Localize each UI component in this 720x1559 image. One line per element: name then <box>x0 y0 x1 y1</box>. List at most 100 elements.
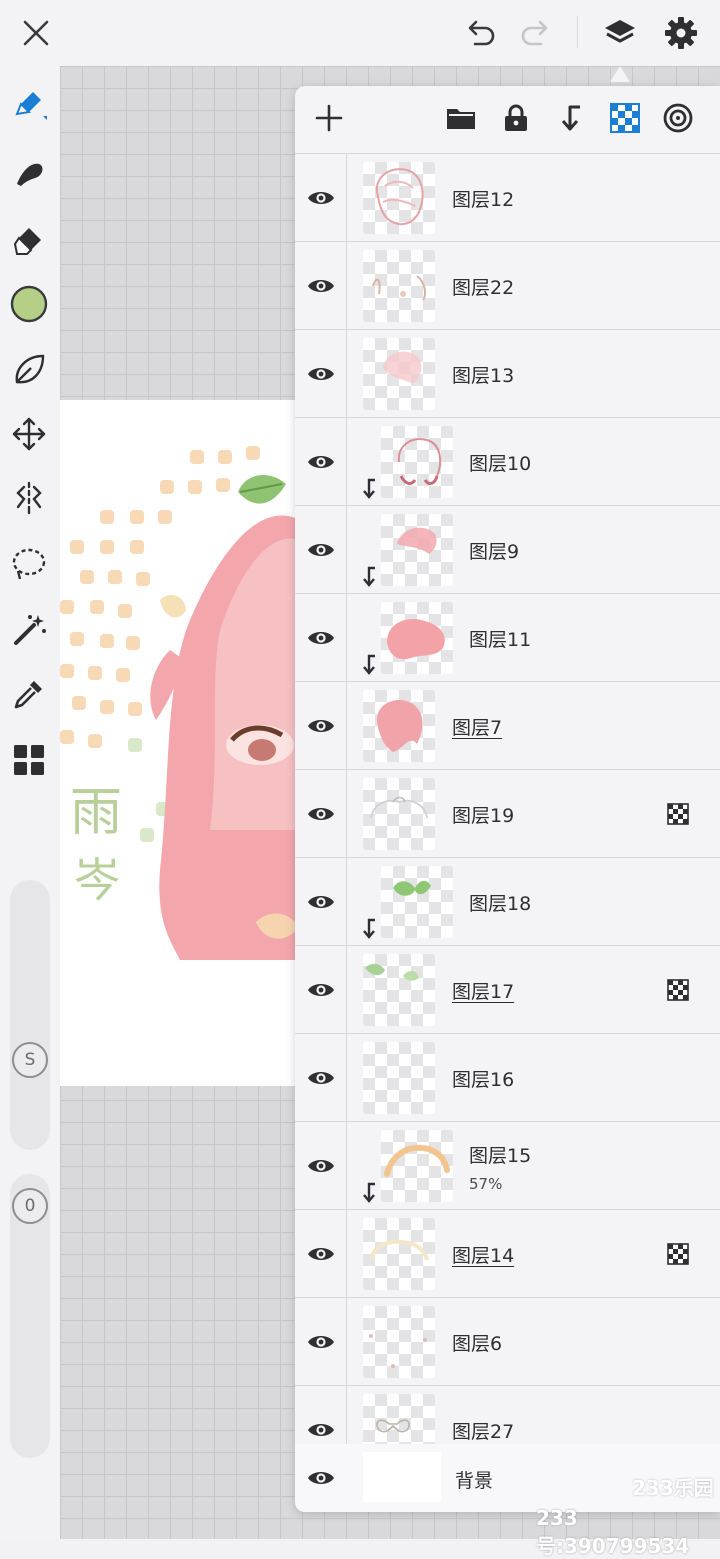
eye-icon[interactable] <box>295 1034 347 1121</box>
layer-row[interactable]: 图层19 <box>295 770 720 858</box>
layer-row[interactable]: 图层15 57% <box>295 1122 720 1210</box>
clipping-arrow-icon <box>361 654 377 680</box>
layer-row[interactable]: 图层17 <box>295 946 720 1034</box>
layer-name: 图层27 <box>452 1421 515 1443</box>
layer-row[interactable]: 图层14 <box>295 1210 720 1298</box>
layer-thumbnail <box>363 1306 435 1378</box>
layer-name: 图层12 <box>452 189 515 211</box>
clipping-arrow-icon <box>361 566 377 592</box>
alpha-lock-icon[interactable] <box>667 1243 689 1269</box>
eye-icon[interactable] <box>295 594 347 681</box>
layer-row[interactable]: 图层22 <box>295 242 720 330</box>
layers-panel-header <box>295 86 720 154</box>
close-icon[interactable] <box>12 10 60 56</box>
top-bar <box>0 0 720 66</box>
folder-icon[interactable] <box>439 96 483 140</box>
eye-icon[interactable] <box>295 946 347 1033</box>
layer-name: 图层13 <box>452 365 515 387</box>
symmetry-icon[interactable] <box>5 474 53 522</box>
layer-row[interactable]: 图层9 <box>295 506 720 594</box>
left-toolbar: S 0 <box>0 66 60 1539</box>
brush-opacity-slider[interactable]: 0 <box>10 1174 50 1458</box>
clip-icon[interactable] <box>548 96 592 140</box>
smudge-icon[interactable] <box>5 150 53 198</box>
watermark-id: 233号:390799534 <box>536 1506 690 1558</box>
gallery-grid-icon[interactable] <box>5 736 53 784</box>
layer-thumbnail <box>381 1130 453 1202</box>
transform-icon[interactable] <box>5 410 53 458</box>
layer-thumbnail <box>381 426 453 498</box>
artwork-canvas[interactable]: 雨 岑 <box>60 400 300 1086</box>
layer-name: 图层15 <box>469 1145 532 1167</box>
eye-icon[interactable] <box>295 506 347 593</box>
layer-name: 图层19 <box>452 805 515 827</box>
background-layer-name: 背景 <box>455 1470 494 1492</box>
size-badge: S <box>12 1042 48 1078</box>
gear-icon[interactable] <box>657 10 705 56</box>
alpha-checker-icon[interactable] <box>603 96 647 140</box>
clipping-arrow-icon <box>361 1182 377 1208</box>
layer-thumbnail <box>363 778 435 850</box>
lasso-icon[interactable] <box>5 540 53 588</box>
layer-thumbnail <box>381 602 453 674</box>
layer-thumbnail <box>363 1042 435 1114</box>
opacity-badge: 0 <box>12 1188 48 1224</box>
layers-panel: 图层12 图层22 图层13 图层10 图层9 图层11 图层7 图层19 图层… <box>295 86 720 1512</box>
layer-name: 图层17 <box>452 981 515 1003</box>
layer-row[interactable]: 图层16 <box>295 1034 720 1122</box>
eye-icon[interactable] <box>295 330 347 417</box>
target-icon[interactable] <box>656 96 700 140</box>
layer-thumbnail <box>363 338 435 410</box>
brush-icon[interactable] <box>5 80 53 128</box>
layer-thumbnail <box>363 250 435 322</box>
layer-thumbnail <box>363 954 435 1026</box>
alpha-lock-icon[interactable] <box>667 979 689 1005</box>
eye-icon[interactable] <box>295 770 347 857</box>
layer-name: 图层6 <box>452 1333 503 1355</box>
redo-icon[interactable] <box>512 10 560 56</box>
layer-name: 图层11 <box>469 629 532 651</box>
magic-wand-icon[interactable] <box>5 606 53 654</box>
layer-name: 图层7 <box>452 717 503 739</box>
eraser-icon[interactable] <box>5 216 53 264</box>
fill-leaf-icon[interactable] <box>5 346 53 394</box>
layer-row[interactable]: 图层11 <box>295 594 720 682</box>
artwork-text-bottom: 岑 <box>74 853 120 907</box>
eyedropper-icon[interactable] <box>5 670 53 718</box>
layer-row[interactable]: 图层6 <box>295 1298 720 1386</box>
background-thumbnail <box>363 1452 441 1502</box>
lock-icon[interactable] <box>494 96 538 140</box>
eye-icon[interactable] <box>295 1298 347 1385</box>
layer-row[interactable]: 图层18 <box>295 858 720 946</box>
undo-icon[interactable] <box>456 10 504 56</box>
eye-icon[interactable] <box>295 242 347 329</box>
color-swatch[interactable] <box>5 280 53 328</box>
eye-icon[interactable] <box>295 1444 346 1512</box>
toolbar-divider <box>577 16 578 48</box>
layer-name: 图层16 <box>452 1069 515 1091</box>
layer-row[interactable]: 图层12 <box>295 154 720 242</box>
eye-icon[interactable] <box>295 154 347 241</box>
artwork-text-top: 雨 <box>70 783 122 843</box>
layer-thumbnail <box>381 514 453 586</box>
brush-size-slider[interactable]: S <box>10 880 50 1150</box>
add-icon[interactable] <box>307 96 351 140</box>
layer-thumbnail <box>363 690 435 762</box>
layer-opacity: 57% <box>469 1175 503 1193</box>
clipping-arrow-icon <box>361 478 377 504</box>
layers-icon[interactable] <box>596 10 644 56</box>
eye-icon[interactable] <box>295 858 347 945</box>
eye-icon[interactable] <box>295 1122 347 1209</box>
layer-list: 图层12 图层22 图层13 图层10 图层9 图层11 图层7 图层19 图层… <box>295 154 720 1474</box>
alpha-lock-icon[interactable] <box>667 803 689 829</box>
eye-icon[interactable] <box>295 682 347 769</box>
layer-row[interactable]: 图层13 <box>295 330 720 418</box>
layer-row[interactable]: 图层7 <box>295 682 720 770</box>
watermark-site: 233乐园 <box>632 1476 714 1500</box>
layer-name: 图层18 <box>469 893 532 915</box>
eye-icon[interactable] <box>295 1210 347 1297</box>
layer-row[interactable]: 图层10 <box>295 418 720 506</box>
layers-popover-caret <box>610 66 630 82</box>
layer-name: 图层9 <box>469 541 520 563</box>
eye-icon[interactable] <box>295 418 347 505</box>
